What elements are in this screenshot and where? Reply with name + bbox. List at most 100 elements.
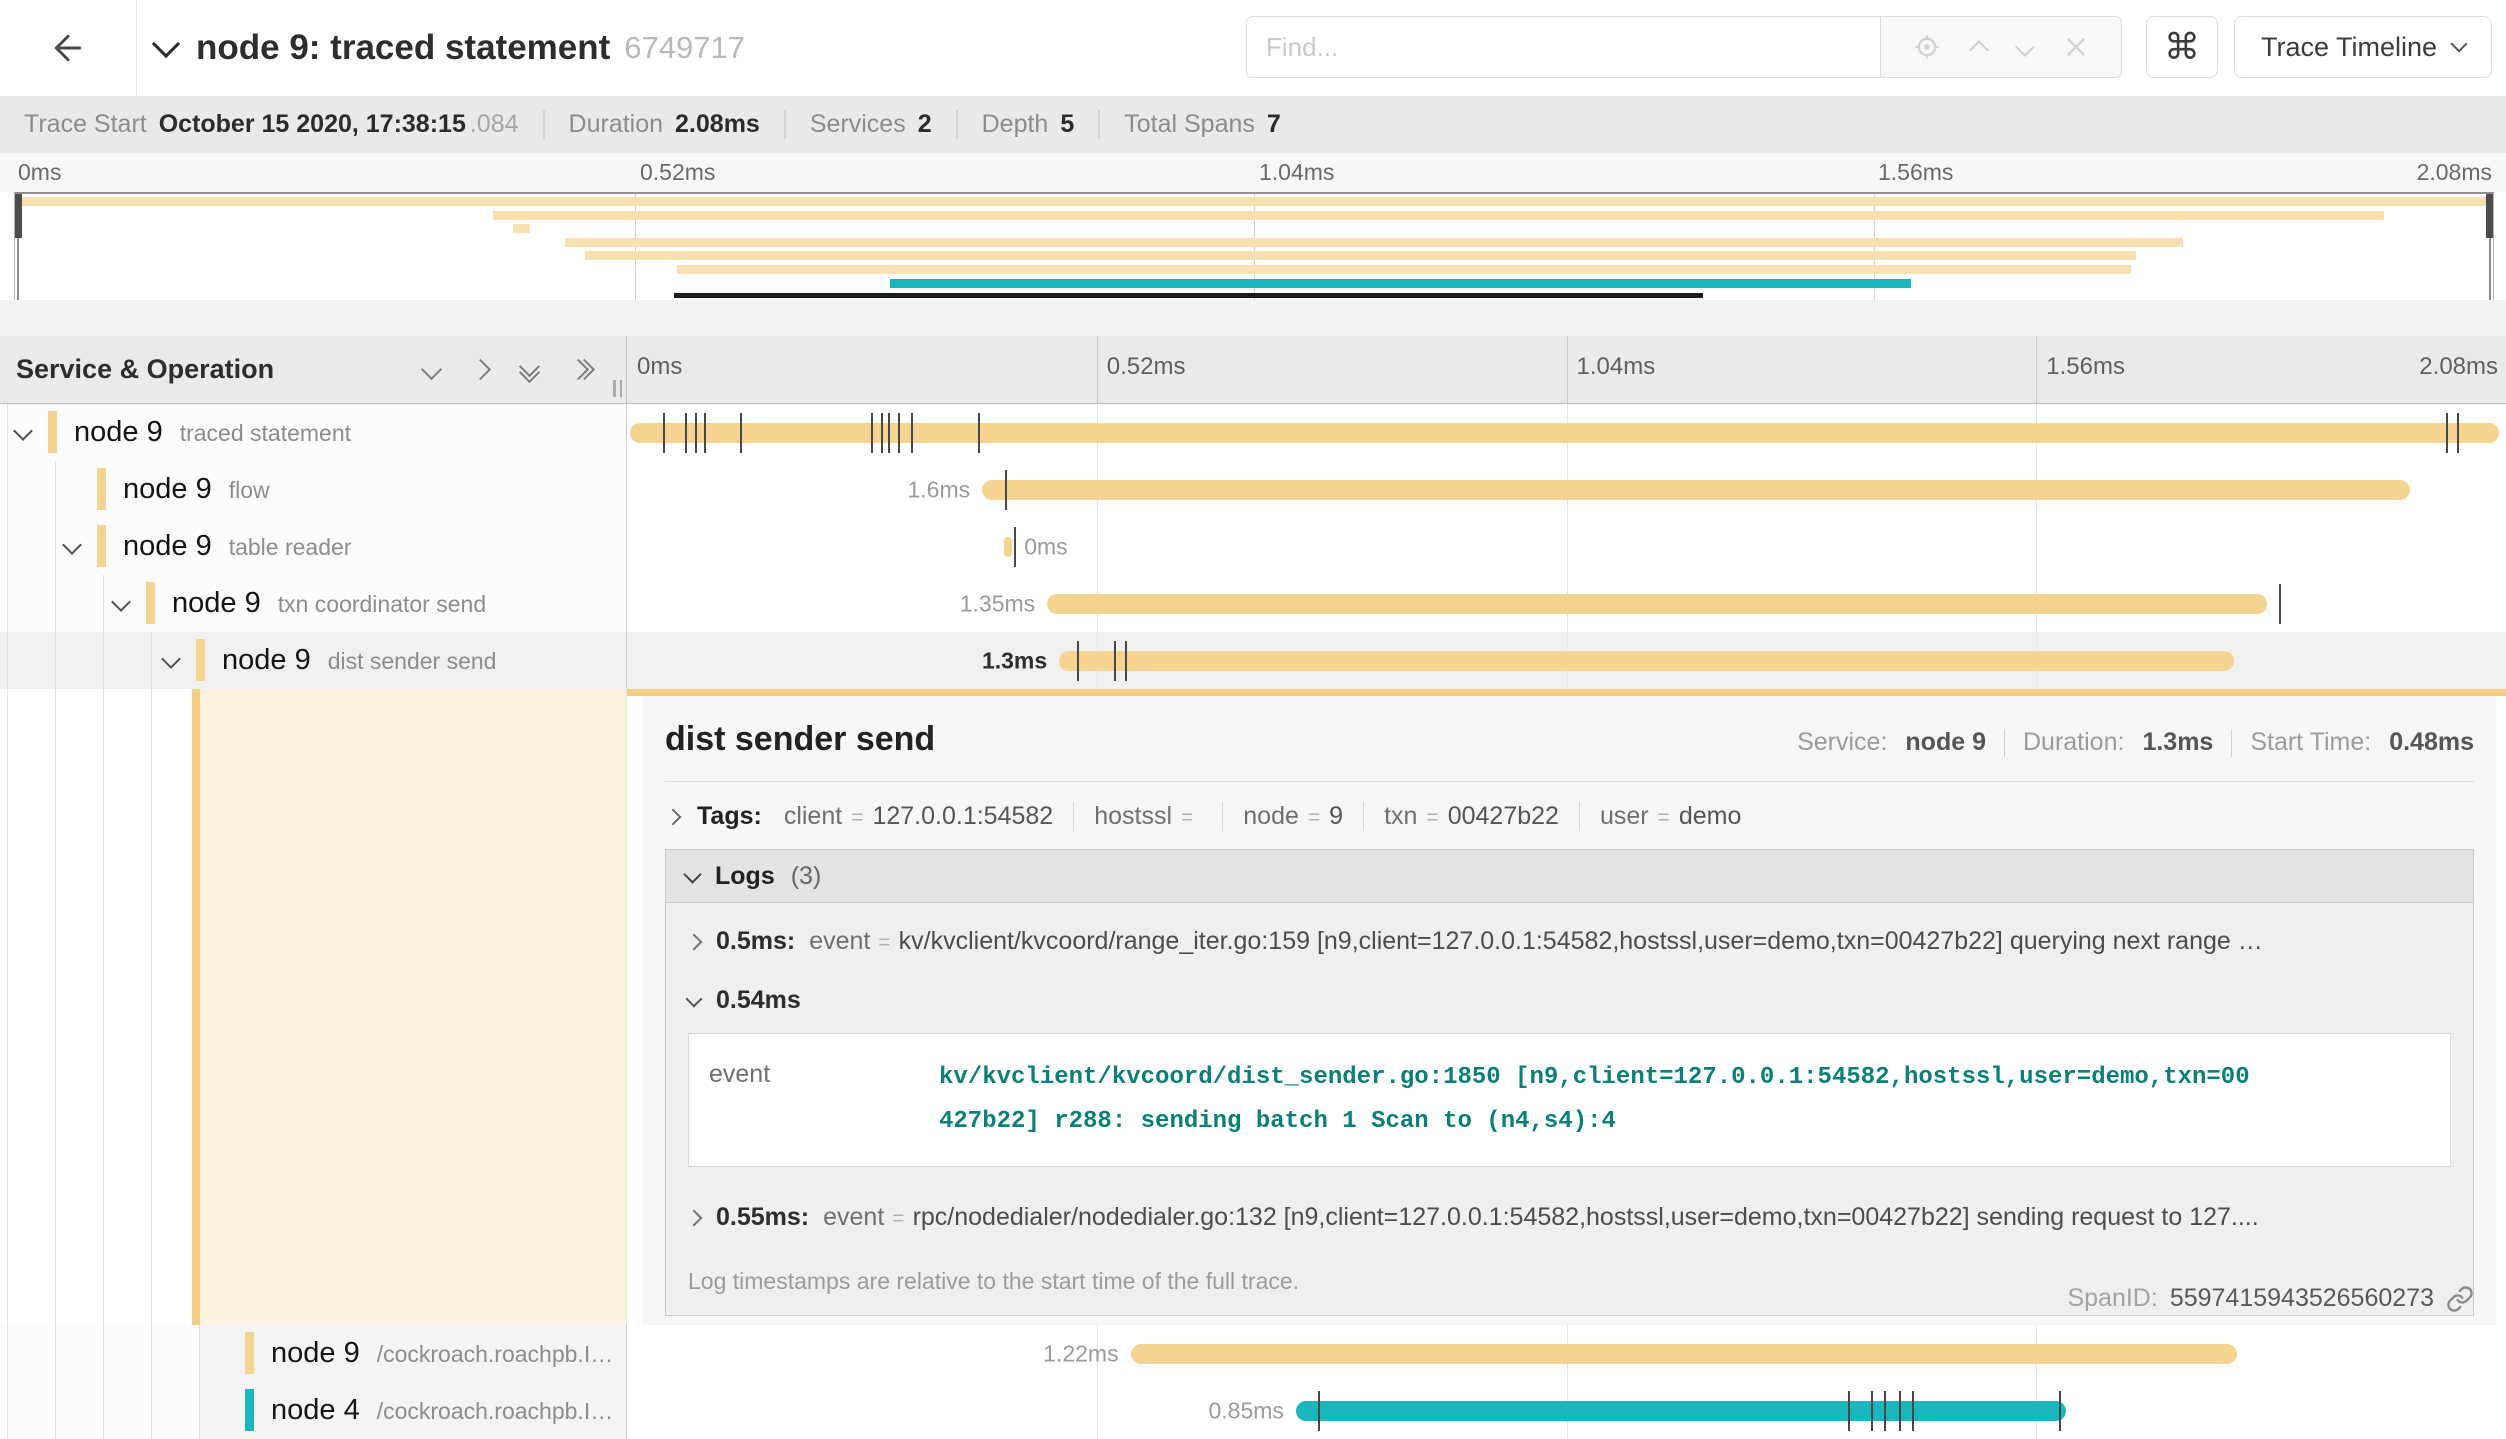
service-name: node 9 [271, 1337, 360, 1369]
find-clear-icon[interactable] [2063, 34, 2089, 60]
tag-client: client = 127.0.0.1:54582 [784, 802, 1053, 831]
expand-tags-icon[interactable] [665, 808, 682, 825]
total-spans-item: Total Spans 7 [1098, 110, 1305, 139]
minimap-viewport-line[interactable] [674, 293, 1702, 298]
span-timeline-cell[interactable] [627, 404, 2506, 461]
log-marker-tick [1912, 1391, 1914, 1431]
span-name-cell[interactable]: node 9table reader [0, 518, 627, 575]
span-row-dist-sender-send[interactable]: node 9dist sender send 1.3ms [0, 632, 2506, 689]
duration-value: 1.3ms [2142, 728, 2213, 757]
operation-name: /cockroach.roachpb.I… [377, 1398, 614, 1424]
trace-start-item: Trace Start October 15 2020, 17:38:15 .0… [0, 110, 543, 139]
span-duration-bar[interactable] [1296, 1401, 2066, 1421]
tag-txn: txn = 00427b22 [1363, 802, 1559, 831]
tags-row[interactable]: Tags: client = 127.0.0.1:54582 hostssl = [665, 802, 2474, 831]
span-timeline-cell[interactable]: 1.22ms [627, 1325, 2506, 1382]
trace-view-dropdown[interactable]: Trace Timeline [2234, 16, 2492, 78]
minimap-tick: 0ms [18, 159, 61, 186]
log-marker-tick [888, 413, 890, 453]
expand-one-icon[interactable] [470, 359, 491, 380]
span-name-cell[interactable]: node 9traced statement [0, 404, 627, 461]
span-row-table-reader[interactable]: node 9table reader 0ms [0, 518, 2506, 575]
trace-view-label: Trace Timeline [2261, 32, 2437, 63]
span-name-cell[interactable]: node 9txn coordinator send [0, 575, 627, 632]
expand-log-icon [686, 1209, 703, 1226]
span-name-cell[interactable]: node 9flow [0, 461, 627, 518]
back-arrow-icon [48, 28, 88, 68]
span-timeline-cell[interactable]: 0.85ms [627, 1382, 2506, 1439]
log-marker-tick [1848, 1391, 1850, 1431]
collapse-children-icon[interactable] [111, 592, 131, 612]
collapse-one-icon[interactable] [421, 359, 442, 380]
span-name-cell[interactable]: node 4/cockroach.roachpb.I… [0, 1382, 627, 1439]
span-row-txn-coordinator-send[interactable]: node 9txn coordinator send 1.35ms [0, 575, 2506, 632]
span-timeline-cell[interactable]: 1.35ms [627, 575, 2506, 632]
log-marker-tick [1899, 1391, 1901, 1431]
collapse-all-icon[interactable] [522, 359, 537, 380]
expand-all-icon[interactable] [571, 362, 592, 377]
find-input[interactable] [1246, 16, 1880, 78]
span-duration-label: 1.22ms [1031, 1340, 1130, 1367]
trace-title-group: node 9: traced statement 6749717 [156, 0, 745, 96]
ruler-tick: 2.08ms [2419, 353, 2498, 381]
span-row-roachpb-node4[interactable]: node 4/cockroach.roachpb.I… 0.85ms [0, 1382, 2506, 1439]
back-button[interactable] [0, 0, 137, 96]
span-duration-label: 1.35ms [948, 590, 1047, 617]
find-next-icon[interactable] [2015, 37, 2035, 57]
span-duration-bar[interactable] [1047, 594, 2266, 614]
ruler-gridline [1567, 336, 1568, 403]
span-row-flow[interactable]: node 9flow 1.6ms [0, 461, 2506, 518]
find-prev-icon[interactable] [1969, 40, 1989, 60]
column-resize-grip[interactable] [613, 380, 622, 397]
find-controls [1880, 16, 2122, 78]
span-duration-bar[interactable] [1059, 651, 2233, 671]
collapse-trace-chevron-icon[interactable] [152, 30, 180, 58]
log-entry-2-detail: event kv/kvclient/kvcoord/dist_sender.go… [688, 1033, 2451, 1167]
span-name-cell[interactable]: node 9dist sender send [0, 632, 627, 689]
log-entry-2-header[interactable]: 0.54ms [666, 976, 2473, 1027]
span-timeline-cell[interactable]: 1.3ms [627, 632, 2506, 689]
span-duration-bar[interactable] [982, 480, 2410, 500]
keyboard-shortcuts-button[interactable]: ⌘ [2146, 16, 2218, 78]
log-marker-tick [685, 413, 687, 453]
log-marker-tick [1125, 641, 1127, 681]
deep-link-icon[interactable] [2446, 1285, 2474, 1313]
service-name: node 9 [123, 530, 212, 562]
trace-start-label: Trace Start [24, 110, 147, 139]
collapse-children-icon[interactable] [13, 421, 33, 441]
log-marker-tick [978, 413, 980, 453]
operation-name: dist sender send [328, 648, 497, 674]
log-field-value: kv/kvclient/kvcoord/dist_sender.go:1850 … [939, 1056, 2259, 1144]
collapse-children-icon[interactable] [62, 535, 82, 555]
service-color-swatch [48, 411, 57, 453]
span-row-traced-statement[interactable]: node 9traced statement [0, 404, 2506, 461]
locate-icon[interactable] [1913, 33, 1941, 61]
log-marker-tick [704, 413, 706, 453]
minimap-right-scrubber[interactable] [2486, 194, 2493, 238]
minimap-span-bar [585, 251, 2136, 260]
span-name-cell[interactable]: node 9/cockroach.roachpb.I… [0, 1325, 627, 1382]
minimap-span-bar [677, 265, 2132, 274]
log-entry-3[interactable]: 0.55ms: event = rpc/nodedialer/nodediale… [666, 1179, 2473, 1252]
span-duration-bar[interactable] [1131, 1344, 2238, 1364]
service-color-swatch [196, 639, 205, 681]
logs-header[interactable]: Logs (3) [666, 850, 2473, 903]
log-marker-tick [881, 413, 883, 453]
span-row-roachpb-node9[interactable]: node 9/cockroach.roachpb.I… 1.22ms [0, 1325, 2506, 1382]
trace-start-fraction: .084 [470, 110, 519, 139]
log-marker-tick [1114, 641, 1116, 681]
trace-minimap[interactable] [14, 192, 2494, 302]
find-group [1246, 16, 2122, 78]
collapse-log-icon [686, 990, 703, 1007]
log-entry-1[interactable]: 0.5ms: event = kv/kvclient/kvcoord/range… [666, 903, 2473, 976]
collapse-children-icon[interactable] [161, 649, 181, 669]
span-timeline-cell[interactable]: 1.6ms [627, 461, 2506, 518]
log-marker-tick [911, 413, 913, 453]
log-marker-tick [2059, 1391, 2061, 1431]
span-timeline-cell[interactable]: 0ms [627, 518, 2506, 575]
span-duration-bar[interactable] [1004, 537, 1012, 557]
log-field-key: event [709, 1056, 939, 1144]
minimap-left-scrubber[interactable] [15, 194, 22, 238]
duration-item: Duration 2.08ms [543, 110, 784, 139]
minimap-span-bar [513, 224, 530, 233]
